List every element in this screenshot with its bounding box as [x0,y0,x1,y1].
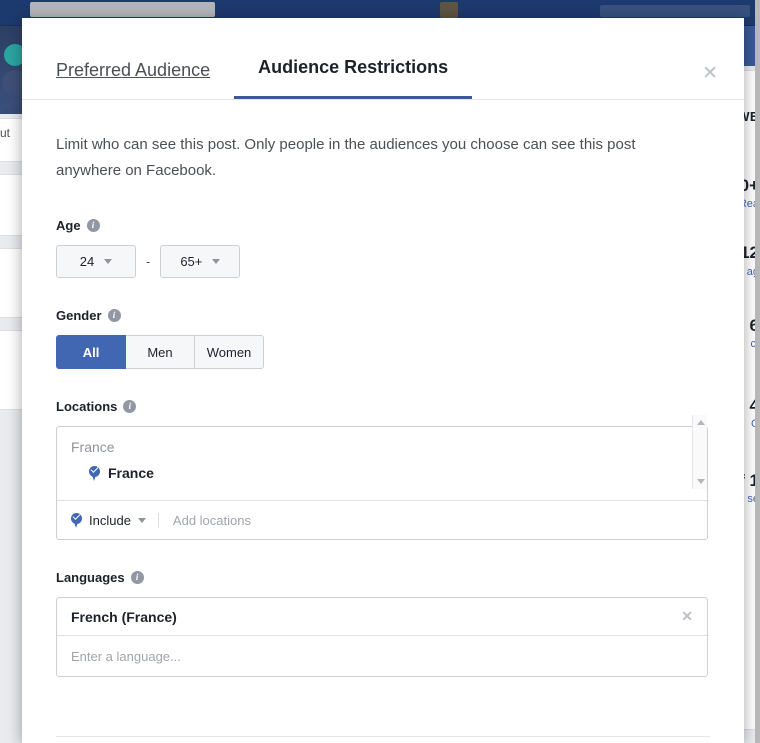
location-item-label: France [108,465,154,481]
locations-label-row: Locations i [56,399,710,414]
audience-restrictions-dialog: Preferred Audience Audience Restrictions… [22,18,744,743]
age-min-dropdown[interactable]: 24 [56,245,136,278]
languages-box: French (France) ✕ Enter a language... [56,597,708,677]
gender-option-men[interactable]: Men [126,335,195,369]
add-locations-input[interactable]: Add locations [159,513,251,528]
info-icon[interactable]: i [123,400,137,413]
remove-language-icon[interactable]: ✕ [681,608,693,625]
age-max-value: 65+ [180,254,203,269]
background-left-card-1 [0,118,24,162]
facebook-topbar-actions[interactable] [600,5,750,17]
locations-box: France France Include Add locations [56,415,708,540]
page-scrollbar[interactable] [755,0,760,743]
facebook-profile-icon[interactable] [440,2,458,18]
age-label: Age [56,218,81,233]
background-left-card-4 [0,330,24,410]
gender-option-all[interactable]: All [56,335,126,369]
background-left-card-3 [0,248,24,318]
gender-label: Gender [56,308,102,323]
chevron-down-icon [212,259,221,264]
map-pin-icon [71,511,82,528]
language-input[interactable]: Enter a language... [57,636,707,676]
facebook-search-box[interactable] [30,2,215,17]
age-label-row: Age i [56,218,710,233]
dialog-footer-divider [56,736,710,737]
locations-label: Locations [56,399,118,414]
dialog-header: Preferred Audience Audience Restrictions… [22,18,744,100]
dialog-body: Limit who can see this post. Only people… [22,100,744,677]
background-left-text: ut [0,126,11,140]
languages-label: Languages [56,570,125,585]
age-range-separator: - [146,254,151,269]
dialog-tabs: Preferred Audience Audience Restrictions [56,18,710,99]
include-exclude-dropdown[interactable]: Include [71,511,159,528]
page-root: ut WE 0+ Rea 12 ag 6 ct 4 C f 1 se Prefe… [0,0,760,743]
locations-group-header: France [71,439,115,455]
age-min-value: 24 [79,254,95,269]
info-icon[interactable]: i [107,309,121,322]
info-icon[interactable]: i [130,571,144,584]
scroll-up-icon[interactable] [696,420,705,425]
language-item-label: French (France) [71,608,177,625]
locations-scrollbar[interactable] [692,415,707,489]
gender-toggle-group: All Men Women [56,335,264,369]
locations-selected-list: France France [57,415,707,501]
location-item-france[interactable]: France [57,464,707,481]
close-icon[interactable]: ✕ [702,64,718,83]
age-range-controls: 24 - 65+ [56,245,710,278]
age-max-dropdown[interactable]: 65+ [160,245,241,278]
language-item-french: French (France) ✕ [57,598,707,636]
scroll-down-icon[interactable] [696,479,705,484]
gender-label-row: Gender i [56,308,710,323]
background-left-card-2 [0,174,24,236]
info-icon[interactable]: i [86,219,100,232]
chevron-down-icon [104,259,113,264]
map-pin-icon [89,464,100,481]
locations-input-row: Include Add locations [57,501,707,539]
gender-option-women[interactable]: Women [195,335,264,369]
tab-preferred-audience[interactable]: Preferred Audience [56,60,234,99]
languages-label-row: Languages i [56,570,710,585]
include-label: Include [89,512,131,528]
chevron-down-icon [137,517,146,523]
dialog-description: Limit who can see this post. Only people… [56,136,636,179]
tab-audience-restrictions[interactable]: Audience Restrictions [234,57,473,99]
